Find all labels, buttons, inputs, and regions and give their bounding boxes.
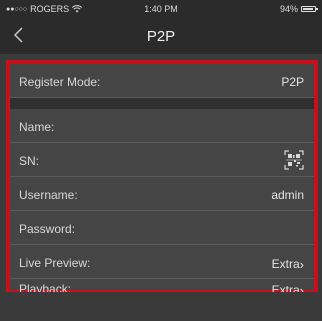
battery-indicator: 94%	[279, 4, 318, 14]
battery-icon	[301, 6, 318, 12]
battery-level	[303, 8, 314, 10]
username-label: Username:	[19, 188, 78, 202]
live-preview-row[interactable]: Live Preview: Extra›	[10, 245, 314, 279]
bottom-background	[0, 292, 322, 321]
username-row[interactable]: Username: admin	[10, 177, 314, 211]
qr-scan-icon[interactable]	[284, 150, 304, 170]
live-preview-label: Live Preview:	[19, 256, 91, 270]
name-row[interactable]: Name:	[10, 109, 314, 143]
password-row[interactable]: Password:	[10, 211, 314, 245]
password-label: Password:	[19, 222, 76, 236]
device-form: Register Mode: P2P Name: SN: Username: a…	[6, 60, 318, 298]
register-mode-value[interactable]: P2P	[281, 75, 304, 89]
chevron-right-icon: ›	[299, 257, 304, 272]
live-preview-value[interactable]: Extra›	[271, 256, 304, 272]
username-input[interactable]: admin	[271, 188, 304, 202]
sn-label: SN:	[19, 154, 40, 168]
name-label: Name:	[19, 120, 55, 134]
battery-percent: 94%	[279, 4, 298, 14]
register-mode-label: Register Mode:	[19, 75, 101, 89]
section-divider	[10, 98, 314, 109]
sn-row[interactable]: SN:	[10, 143, 314, 177]
status-bar: ●●○○○ ROGERS 1:40 PM 94%	[0, 0, 322, 18]
page-title: P2P	[146, 28, 176, 45]
register-mode-row[interactable]: Register Mode: P2P	[10, 64, 314, 98]
navigation-bar: P2P	[0, 18, 322, 54]
live-preview-stream: Extra	[271, 257, 300, 271]
status-time: 1:40 PM	[144, 4, 178, 14]
